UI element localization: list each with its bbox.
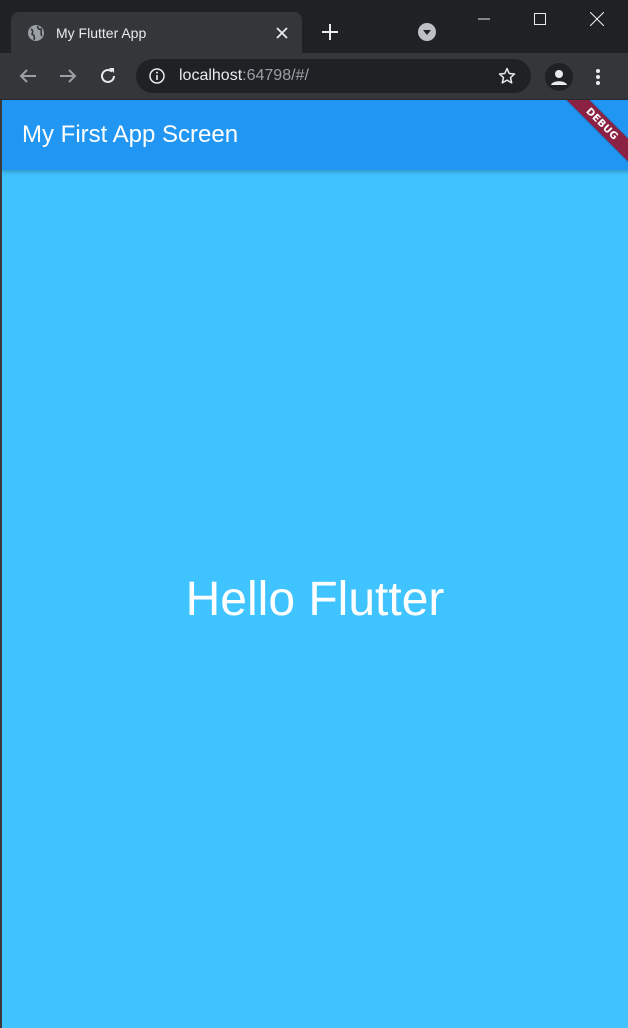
chevron-down-icon bbox=[418, 23, 436, 41]
arrow-left-icon bbox=[19, 69, 36, 83]
arrow-right-icon bbox=[60, 69, 77, 83]
tab-title: My Flutter App bbox=[56, 25, 147, 41]
app-bar: My First App Screen bbox=[2, 100, 628, 170]
maximize-button[interactable] bbox=[512, 0, 568, 38]
minimize-icon bbox=[478, 18, 490, 20]
hello-text: Hello Flutter bbox=[185, 573, 445, 626]
browser-toolbar: localhost:64798/#/ bbox=[0, 53, 628, 100]
tab-search-button[interactable] bbox=[417, 22, 437, 42]
star-icon[interactable] bbox=[498, 67, 516, 85]
url-path: :64798/#/ bbox=[242, 67, 309, 84]
globe-icon bbox=[27, 24, 45, 42]
app-bar-title: My First App Screen bbox=[22, 121, 239, 148]
forward-button[interactable] bbox=[56, 64, 80, 88]
minimize-button[interactable] bbox=[456, 0, 512, 38]
address-bar[interactable]: localhost:64798/#/ bbox=[136, 59, 531, 93]
info-icon[interactable] bbox=[149, 68, 165, 84]
close-icon[interactable] bbox=[273, 24, 291, 42]
browser-window: My Flutter App localhost:64798/#/ My Fir… bbox=[0, 0, 628, 1028]
reload-button[interactable] bbox=[96, 64, 120, 88]
person-icon bbox=[551, 70, 567, 85]
back-button[interactable] bbox=[16, 64, 40, 88]
app-body: Hello Flutter bbox=[2, 170, 628, 1028]
url-host: localhost bbox=[179, 67, 243, 84]
profile-button[interactable] bbox=[545, 63, 573, 91]
browser-tab[interactable]: My Flutter App bbox=[11, 12, 302, 53]
reload-icon bbox=[101, 68, 115, 83]
flutter-app-viewport: My First App Screen DEBUG Hello Flutter bbox=[0, 100, 628, 1028]
new-tab-button[interactable] bbox=[318, 20, 342, 44]
maximize-icon bbox=[534, 13, 546, 25]
more-vert-icon bbox=[596, 69, 600, 85]
close-icon bbox=[590, 12, 604, 26]
url-text[interactable]: localhost:64798/#/ bbox=[179, 67, 309, 85]
browser-menu-button[interactable] bbox=[588, 65, 608, 89]
close-window-button[interactable] bbox=[569, 0, 625, 38]
plus-icon bbox=[322, 24, 338, 40]
tab-strip: My Flutter App bbox=[0, 0, 628, 53]
